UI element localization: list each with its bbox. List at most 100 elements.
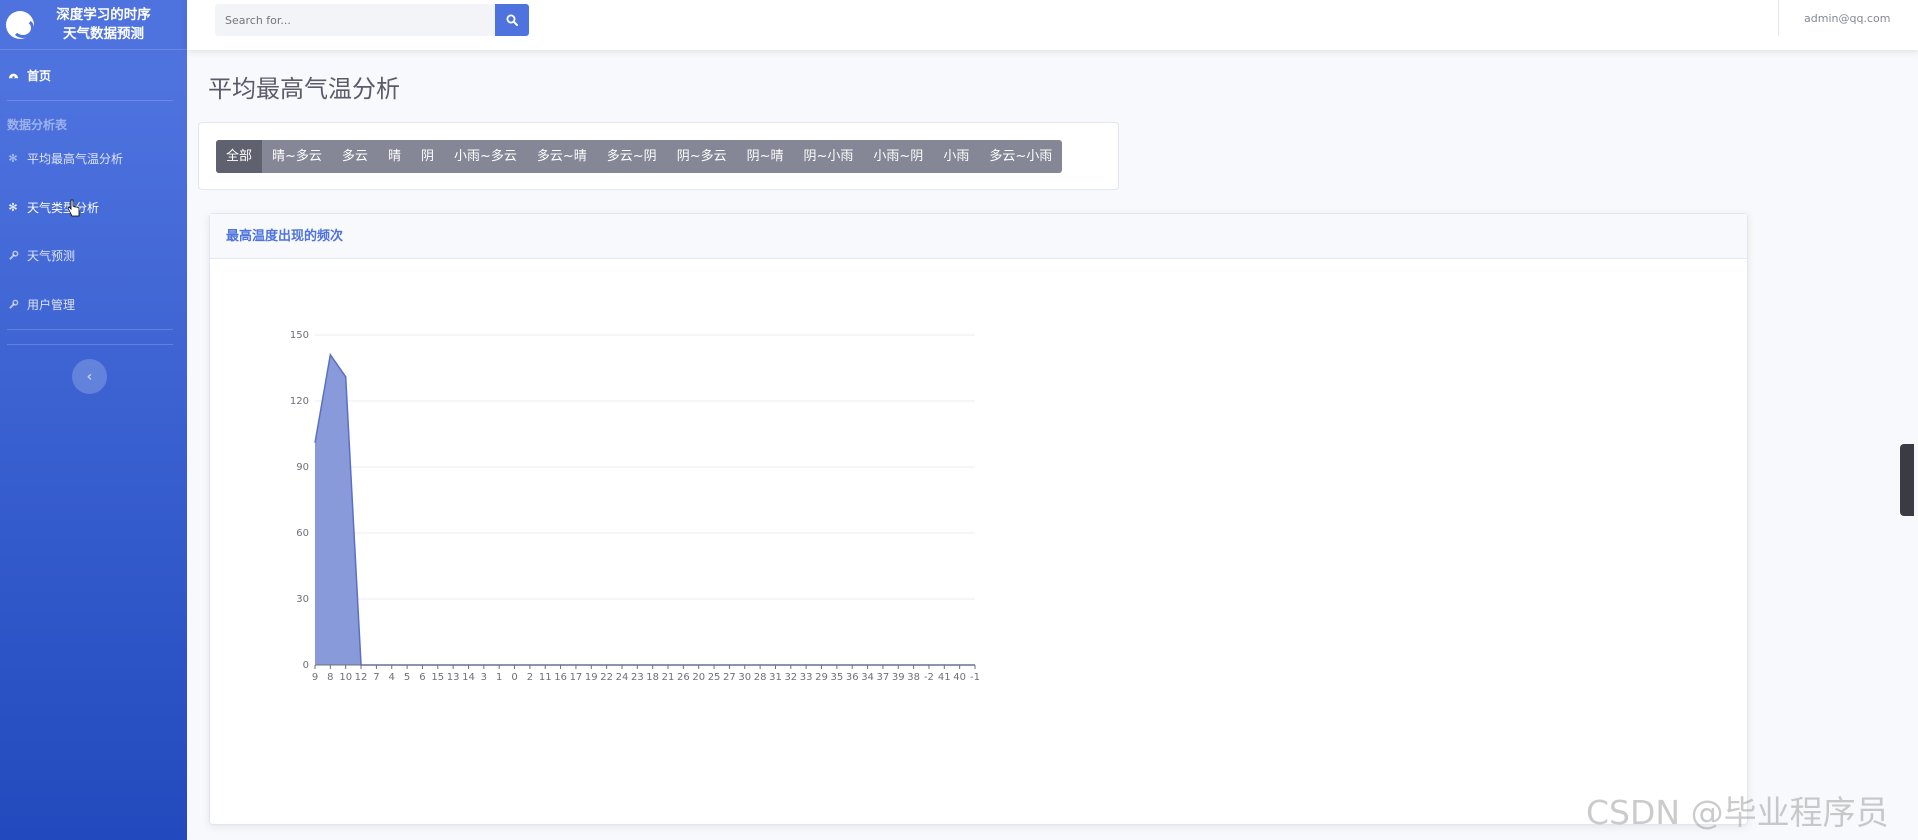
- sidebar-item-label: 天气类型分析: [27, 200, 100, 215]
- search-input[interactable]: [215, 4, 496, 36]
- x-tick-label: 10: [339, 672, 352, 683]
- filter-option[interactable]: 多云~晴: [527, 140, 597, 173]
- filter-option[interactable]: 多云~阴: [597, 140, 667, 173]
- gear-icon: ✻: [8, 200, 18, 214]
- filter-option[interactable]: 全部: [216, 140, 263, 173]
- x-tick-label: 22: [600, 672, 613, 683]
- x-tick-label: 19: [585, 672, 598, 683]
- topbar: admin@qq.com: [187, 0, 1918, 50]
- filter-card: 全部 晴~多云 多云晴阴小雨~多云 多云~晴 多云~阴 阴~多云 阴~晴 阴~小雨 小雨~阴 小雨…: [198, 122, 1119, 190]
- y-tick-label: 60: [296, 528, 309, 539]
- x-tick-label: -1: [970, 672, 980, 683]
- sidebar-item-home[interactable]: 首页: [0, 66, 187, 84]
- x-tick-label: 16: [554, 672, 567, 683]
- y-tick-label: 120: [290, 396, 309, 407]
- filter-option[interactable]: 晴~多云: [262, 140, 332, 173]
- x-tick-label: 27: [723, 672, 736, 683]
- x-tick-label: 21: [662, 672, 675, 683]
- sidebar-item-label: 首页: [27, 68, 52, 83]
- filter-option[interactable]: 小雨~阴: [863, 140, 933, 173]
- x-tick-label: 34: [861, 672, 874, 683]
- x-tick-label: 35: [830, 672, 843, 683]
- x-tick-label: 7: [373, 672, 379, 683]
- x-tick-label: 29: [815, 672, 828, 683]
- x-tick-label: 20: [692, 672, 705, 683]
- filter-option[interactable]: 多云~小雨: [979, 140, 1062, 173]
- x-tick-label: 32: [784, 672, 797, 683]
- page-title: 平均最高气温分析: [208, 75, 400, 103]
- x-tick-label: 38: [907, 672, 920, 683]
- topbar-divider: [1778, 0, 1779, 36]
- y-tick-label: 0: [303, 660, 309, 671]
- x-tick-label: 33: [800, 672, 813, 683]
- chevron-left-icon: ‹: [86, 368, 93, 385]
- x-tick-label: 13: [447, 672, 460, 683]
- sidebar-item-weather-type[interactable]: ✻ 天气类型分析: [0, 198, 187, 216]
- gear-icon: ✻: [8, 151, 18, 165]
- data-point: [314, 442, 316, 444]
- wrench-icon: [7, 298, 19, 310]
- x-tick-label: 15: [431, 672, 444, 683]
- sidebar-brand[interactable]: 深度学习的时序 天气数据预测: [0, 0, 187, 50]
- search-button[interactable]: [495, 4, 529, 36]
- x-tick-label: 24: [616, 672, 629, 683]
- y-tick-label: 90: [296, 462, 309, 473]
- weather-filter-group: 全部 晴~多云 多云晴阴小雨~多云 多云~晴 多云~阴 阴~多云 阴~晴 阴~小雨 小雨~阴 小雨…: [216, 140, 1063, 173]
- filter-option[interactable]: 晴: [378, 140, 411, 173]
- area-chart: 03060901201509 8 10 12 7 4 5 6 15 13 14 3 1 0 2 11 16 17 1…: [290, 330, 980, 683]
- filter-option[interactable]: 阴~多云: [667, 140, 737, 173]
- y-tick-label: 30: [296, 594, 309, 605]
- x-tick-label: 31: [769, 672, 782, 683]
- sidebar-item-user-management[interactable]: 用户管理: [0, 295, 187, 313]
- filter-option[interactable]: 阴~晴: [737, 140, 794, 173]
- brand-line-1: 深度学习的时序: [56, 6, 151, 23]
- x-tick-label: 26: [677, 672, 690, 683]
- filter-option[interactable]: 小雨: [933, 140, 979, 173]
- chart-card: 最高温度出现的频次 0 30 60 90 120 150 9 8 10 12 7 4 5 6 15 13 14 3…: [209, 213, 1748, 825]
- x-tick-label: 6: [419, 672, 425, 683]
- x-tick-label: 9: [312, 672, 318, 683]
- sidebar-toggle-button[interactable]: ‹: [72, 359, 107, 394]
- x-tick-label: 3: [481, 672, 487, 683]
- sidebar-item-avg-max-temp[interactable]: ✻ 平均最高气温分析: [0, 149, 187, 167]
- brand-text: 深度学习的时序 天气数据预测: [34, 6, 187, 44]
- laugh-icon: [6, 10, 34, 39]
- sidebar-divider: [7, 329, 173, 330]
- user-menu[interactable]: admin@qq.com: [1804, 12, 1890, 25]
- sidebar-item-label: 天气预测: [27, 248, 76, 263]
- x-tick-label: 1: [496, 672, 502, 683]
- sidebar-divider: [7, 344, 173, 345]
- sidebar-item-label: 用户管理: [27, 297, 76, 312]
- x-tick-label: 39: [892, 672, 905, 683]
- x-tick-label: 8: [327, 672, 333, 683]
- x-tick-label: 5: [404, 672, 410, 683]
- watermark: CSDN @毕业程序员: [1586, 793, 1889, 832]
- sidebar: 深度学习的时序 天气数据预测 首页 数据分析表 ✻ 平均最高气温分析 ✻ 天气类…: [0, 0, 187, 840]
- y-tick-label: 150: [290, 330, 309, 341]
- x-tick-label: 11: [539, 672, 552, 683]
- wrench-icon: [7, 249, 19, 261]
- x-tick-label: 4: [389, 672, 395, 683]
- side-widget-tab[interactable]: [1900, 444, 1914, 516]
- x-tick-label: 25: [708, 672, 721, 683]
- filter-option[interactable]: 小雨~多云: [444, 140, 527, 173]
- sidebar-heading: 数据分析表: [7, 118, 68, 132]
- data-point: [329, 354, 331, 356]
- x-tick-label: 2: [527, 672, 533, 683]
- search-bar: [215, 4, 529, 36]
- filter-option[interactable]: 阴: [411, 140, 444, 173]
- x-tick-label: 40: [953, 672, 966, 683]
- x-tick-label: 18: [646, 672, 659, 683]
- x-tick-label: 17: [570, 672, 583, 683]
- sidebar-item-weather-forecast[interactable]: 天气预测: [0, 246, 187, 264]
- x-tick-label: 30: [738, 672, 751, 683]
- x-tick-label: 0: [511, 672, 517, 683]
- x-tick-label: 12: [355, 672, 368, 683]
- tachometer-icon: [7, 69, 19, 81]
- x-tick-label: 28: [754, 672, 767, 683]
- filter-option[interactable]: 阴~小雨: [794, 140, 864, 173]
- filter-option[interactable]: 多云: [332, 140, 378, 173]
- card-header: 最高温度出现的频次: [210, 214, 1747, 259]
- brand-line-2: 天气数据预测: [63, 25, 144, 42]
- x-tick-label: 23: [631, 672, 644, 683]
